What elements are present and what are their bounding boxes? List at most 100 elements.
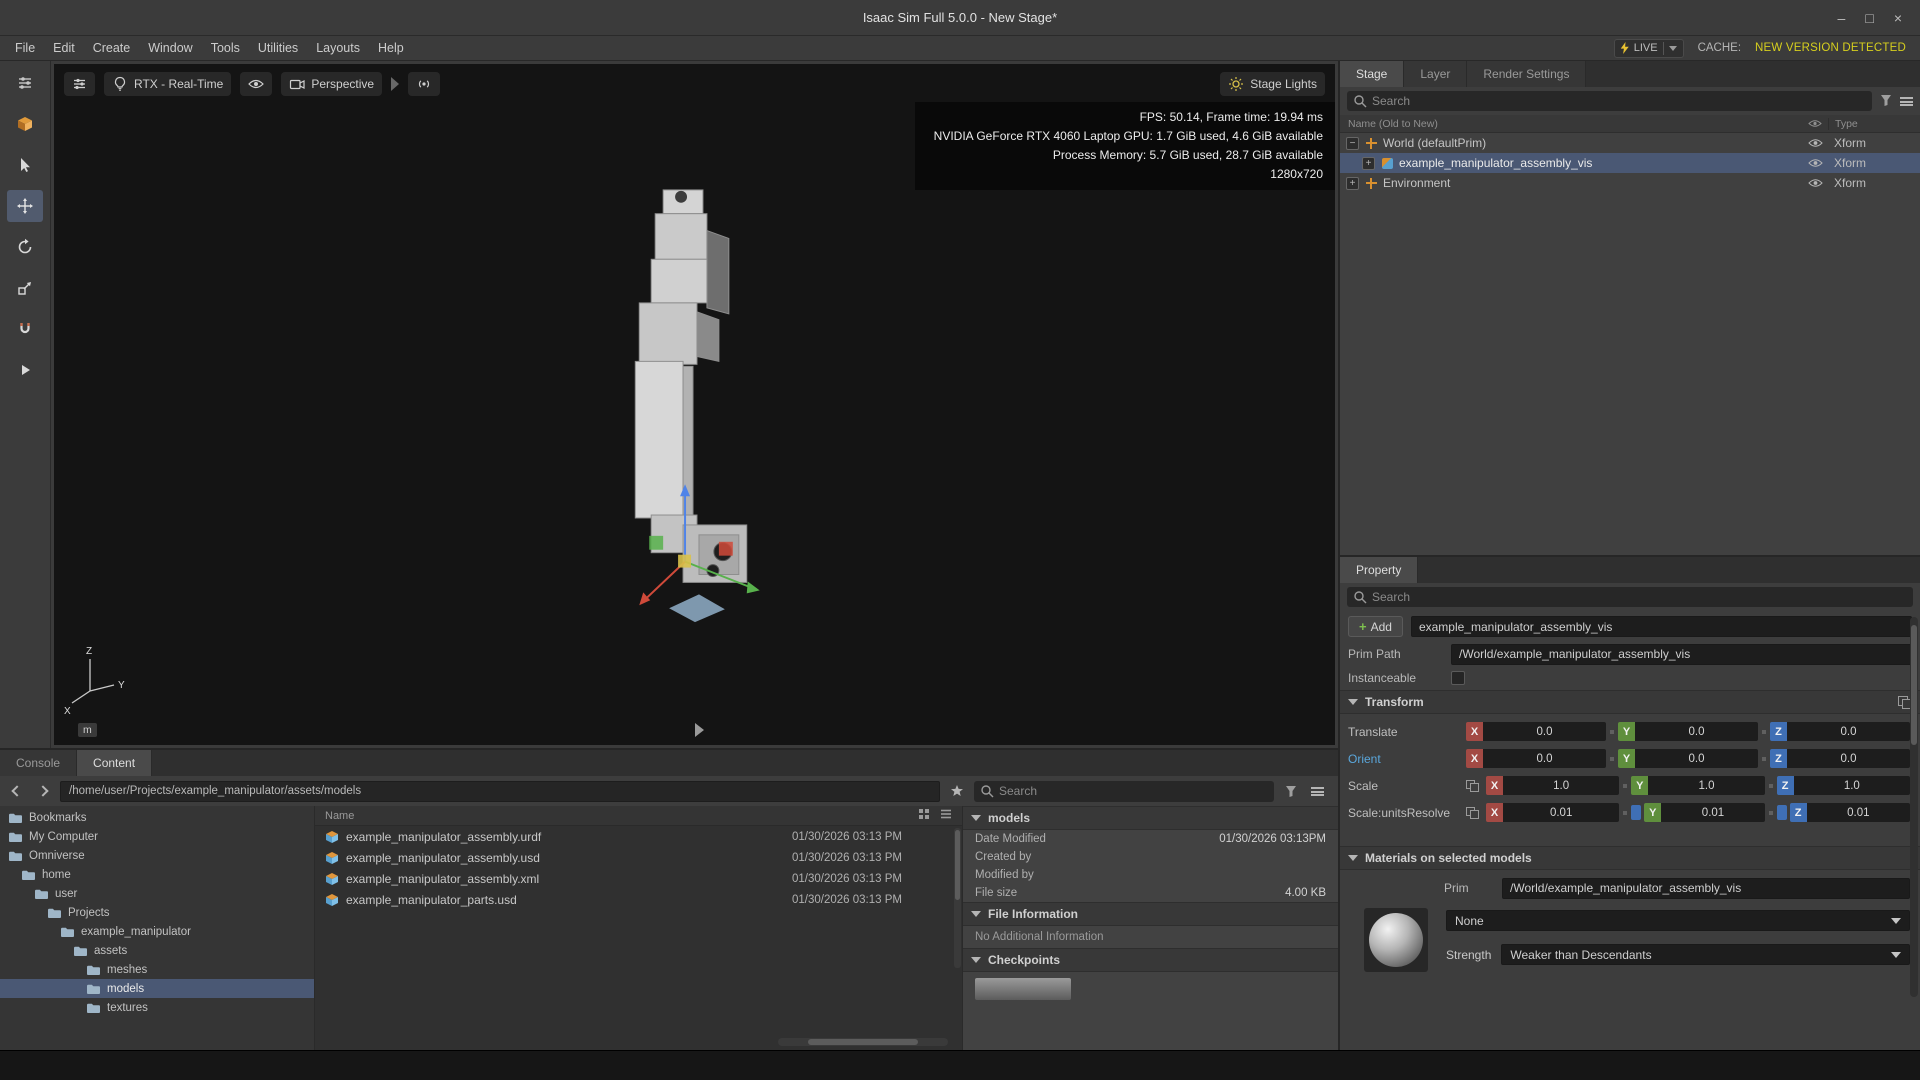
prim-name[interactable]: Environment — [1383, 176, 1802, 190]
prim-name-input[interactable] — [1411, 616, 1912, 637]
z-axis-field[interactable]: Z 0.0 — [1770, 749, 1910, 768]
stage-search-input[interactable] — [1372, 94, 1866, 108]
version-alert-label[interactable]: NEW VERSION DETECTED — [1755, 42, 1906, 54]
folder-tree-row[interactable]: meshes — [0, 960, 314, 979]
z-axis-value[interactable]: 0.0 — [1787, 722, 1910, 741]
snap-tool-icon[interactable] — [7, 313, 43, 345]
x-axis-field[interactable]: X 0.0 — [1466, 749, 1606, 768]
folder-tree-row[interactable]: assets — [0, 941, 314, 960]
stage-tab[interactable]: Stage — [1340, 61, 1404, 87]
content-search-input[interactable] — [999, 784, 1268, 798]
z-axis-value[interactable]: 0.0 — [1787, 749, 1910, 768]
scale-tool-icon[interactable] — [7, 272, 43, 304]
bookmark-star-icon[interactable] — [948, 782, 966, 800]
capture-broadcast-button[interactable] — [408, 72, 440, 96]
viewport-3d[interactable]: RTX - Real-Time — [54, 64, 1335, 745]
folder-tree-row[interactable]: textures — [0, 998, 314, 1017]
file-information-section[interactable]: File Information — [963, 902, 1338, 926]
type-column-header[interactable]: Type — [1828, 118, 1920, 130]
menu-item[interactable]: Tools — [202, 41, 249, 55]
strength-dropdown[interactable]: Weaker than Descendants — [1501, 944, 1910, 965]
menu-item[interactable]: Help — [369, 41, 413, 55]
stage-tab[interactable]: Layer — [1404, 61, 1467, 87]
name-column-header[interactable]: Name (Old to New) — [1348, 118, 1802, 130]
file-row[interactable]: example_manipulator_assembly.urdf 01/30/… — [315, 826, 962, 847]
y-axis-field[interactable]: Y 0.0 — [1618, 722, 1758, 741]
property-tab[interactable]: Property — [1340, 557, 1418, 583]
folder-tree-row[interactable]: user — [0, 884, 314, 903]
forward-icon[interactable] — [34, 782, 52, 800]
stage-lights-button[interactable]: Stage Lights — [1220, 72, 1325, 96]
content-tab[interactable]: Content — [77, 750, 152, 776]
stage-tab[interactable]: Render Settings — [1467, 61, 1586, 87]
z-axis-field[interactable]: Z 0.0 — [1770, 722, 1910, 741]
play-button-icon[interactable] — [7, 354, 43, 386]
stage-tree-row[interactable]: + example_manipulator_assembly_vis Xform — [1340, 153, 1920, 173]
x-axis-field[interactable]: X 0.0 — [1466, 722, 1606, 741]
z-axis-value[interactable]: 1.0 — [1794, 776, 1910, 795]
layout-menu-icon[interactable] — [7, 67, 43, 99]
z-axis-field[interactable]: Z 0.01 — [1777, 803, 1910, 822]
path-input[interactable] — [60, 781, 940, 802]
prim-name[interactable]: example_manipulator_assembly_vis — [1399, 156, 1802, 170]
menu-item[interactable]: Create — [84, 41, 140, 55]
folder-tree-row[interactable]: Bookmarks — [0, 808, 314, 827]
folder-tree-row[interactable]: Projects — [0, 903, 314, 922]
timeline-expand-arrow[interactable] — [695, 723, 704, 737]
checkpoint-row[interactable] — [963, 972, 1338, 1006]
menu-item[interactable]: Utilities — [249, 41, 307, 55]
options-menu-icon[interactable] — [1308, 782, 1326, 800]
file-row[interactable]: example_manipulator_parts.usd 01/30/2026… — [315, 889, 962, 910]
menu-item[interactable]: Window — [139, 41, 201, 55]
minimize-button[interactable]: – — [1838, 10, 1846, 26]
list-view-icon[interactable] — [940, 808, 952, 823]
x-axis-value[interactable]: 0.0 — [1483, 749, 1606, 768]
stage-search-box[interactable] — [1347, 91, 1872, 111]
materials-section-header[interactable]: Materials on selected models — [1340, 846, 1920, 870]
property-search-input[interactable] — [1372, 590, 1907, 604]
z-axis-field[interactable]: Z 1.0 — [1777, 776, 1910, 795]
prim-path-input[interactable] — [1451, 644, 1912, 665]
material-select-dropdown[interactable]: None — [1446, 910, 1910, 931]
visibility-eye-icon[interactable] — [1802, 138, 1828, 148]
folder-tree-row[interactable]: home — [0, 865, 314, 884]
viewport-settings-button[interactable] — [64, 72, 95, 96]
file-row[interactable]: example_manipulator_assembly.xml 01/30/2… — [315, 868, 962, 889]
y-axis-value[interactable]: 0.01 — [1661, 803, 1764, 822]
folder-tree-row[interactable]: Omniverse — [0, 846, 314, 865]
checkpoints-section[interactable]: Checkpoints — [963, 948, 1338, 972]
file-row[interactable]: example_manipulator_assembly.usd 01/30/2… — [315, 847, 962, 868]
expander-toggle[interactable]: − — [1346, 137, 1359, 150]
maximize-button[interactable]: □ — [1865, 10, 1873, 26]
folder-tree-row[interactable]: example_manipulator — [0, 922, 314, 941]
grid-view-icon[interactable] — [918, 808, 930, 823]
toolbar-expand-icon[interactable] — [391, 77, 399, 91]
name-column-header[interactable]: Name — [325, 810, 354, 822]
instanceable-checkbox[interactable] — [1451, 671, 1465, 685]
add-property-button[interactable]: + Add — [1348, 616, 1403, 637]
menu-item[interactable]: Edit — [44, 41, 84, 55]
link-components-icon[interactable] — [1466, 807, 1481, 819]
stage-filter-icon[interactable] — [1879, 93, 1893, 110]
x-axis-value[interactable]: 0.01 — [1503, 803, 1619, 822]
x-axis-field[interactable]: X 1.0 — [1486, 776, 1619, 795]
folder-tree-row[interactable]: My Computer — [0, 827, 314, 846]
visibility-eye-icon[interactable] — [1802, 178, 1828, 188]
y-axis-value[interactable]: 0.0 — [1635, 749, 1758, 768]
property-scrollbar[interactable] — [1910, 617, 1918, 997]
units-badge[interactable]: m — [78, 723, 97, 737]
menu-item[interactable]: Layouts — [307, 41, 369, 55]
expander-toggle[interactable]: + — [1362, 157, 1375, 170]
y-axis-value[interactable]: 0.0 — [1635, 722, 1758, 741]
visibility-column-header[interactable] — [1802, 119, 1828, 128]
renderer-dropdown[interactable]: RTX - Real-Time — [104, 72, 231, 96]
titlebar[interactable]: Isaac Sim Full 5.0.0 - New Stage* – □ × — [0, 0, 1920, 36]
menu-item[interactable]: File — [6, 41, 44, 55]
y-axis-field[interactable]: Y 1.0 — [1631, 776, 1764, 795]
back-icon[interactable] — [8, 782, 26, 800]
assets-cube-icon[interactable] — [7, 108, 43, 140]
close-button[interactable]: × — [1894, 10, 1902, 26]
stage-tree-row[interactable]: + Environment Xform — [1340, 173, 1920, 193]
x-axis-value[interactable]: 0.0 — [1483, 722, 1606, 741]
property-search-box[interactable] — [1347, 587, 1913, 607]
